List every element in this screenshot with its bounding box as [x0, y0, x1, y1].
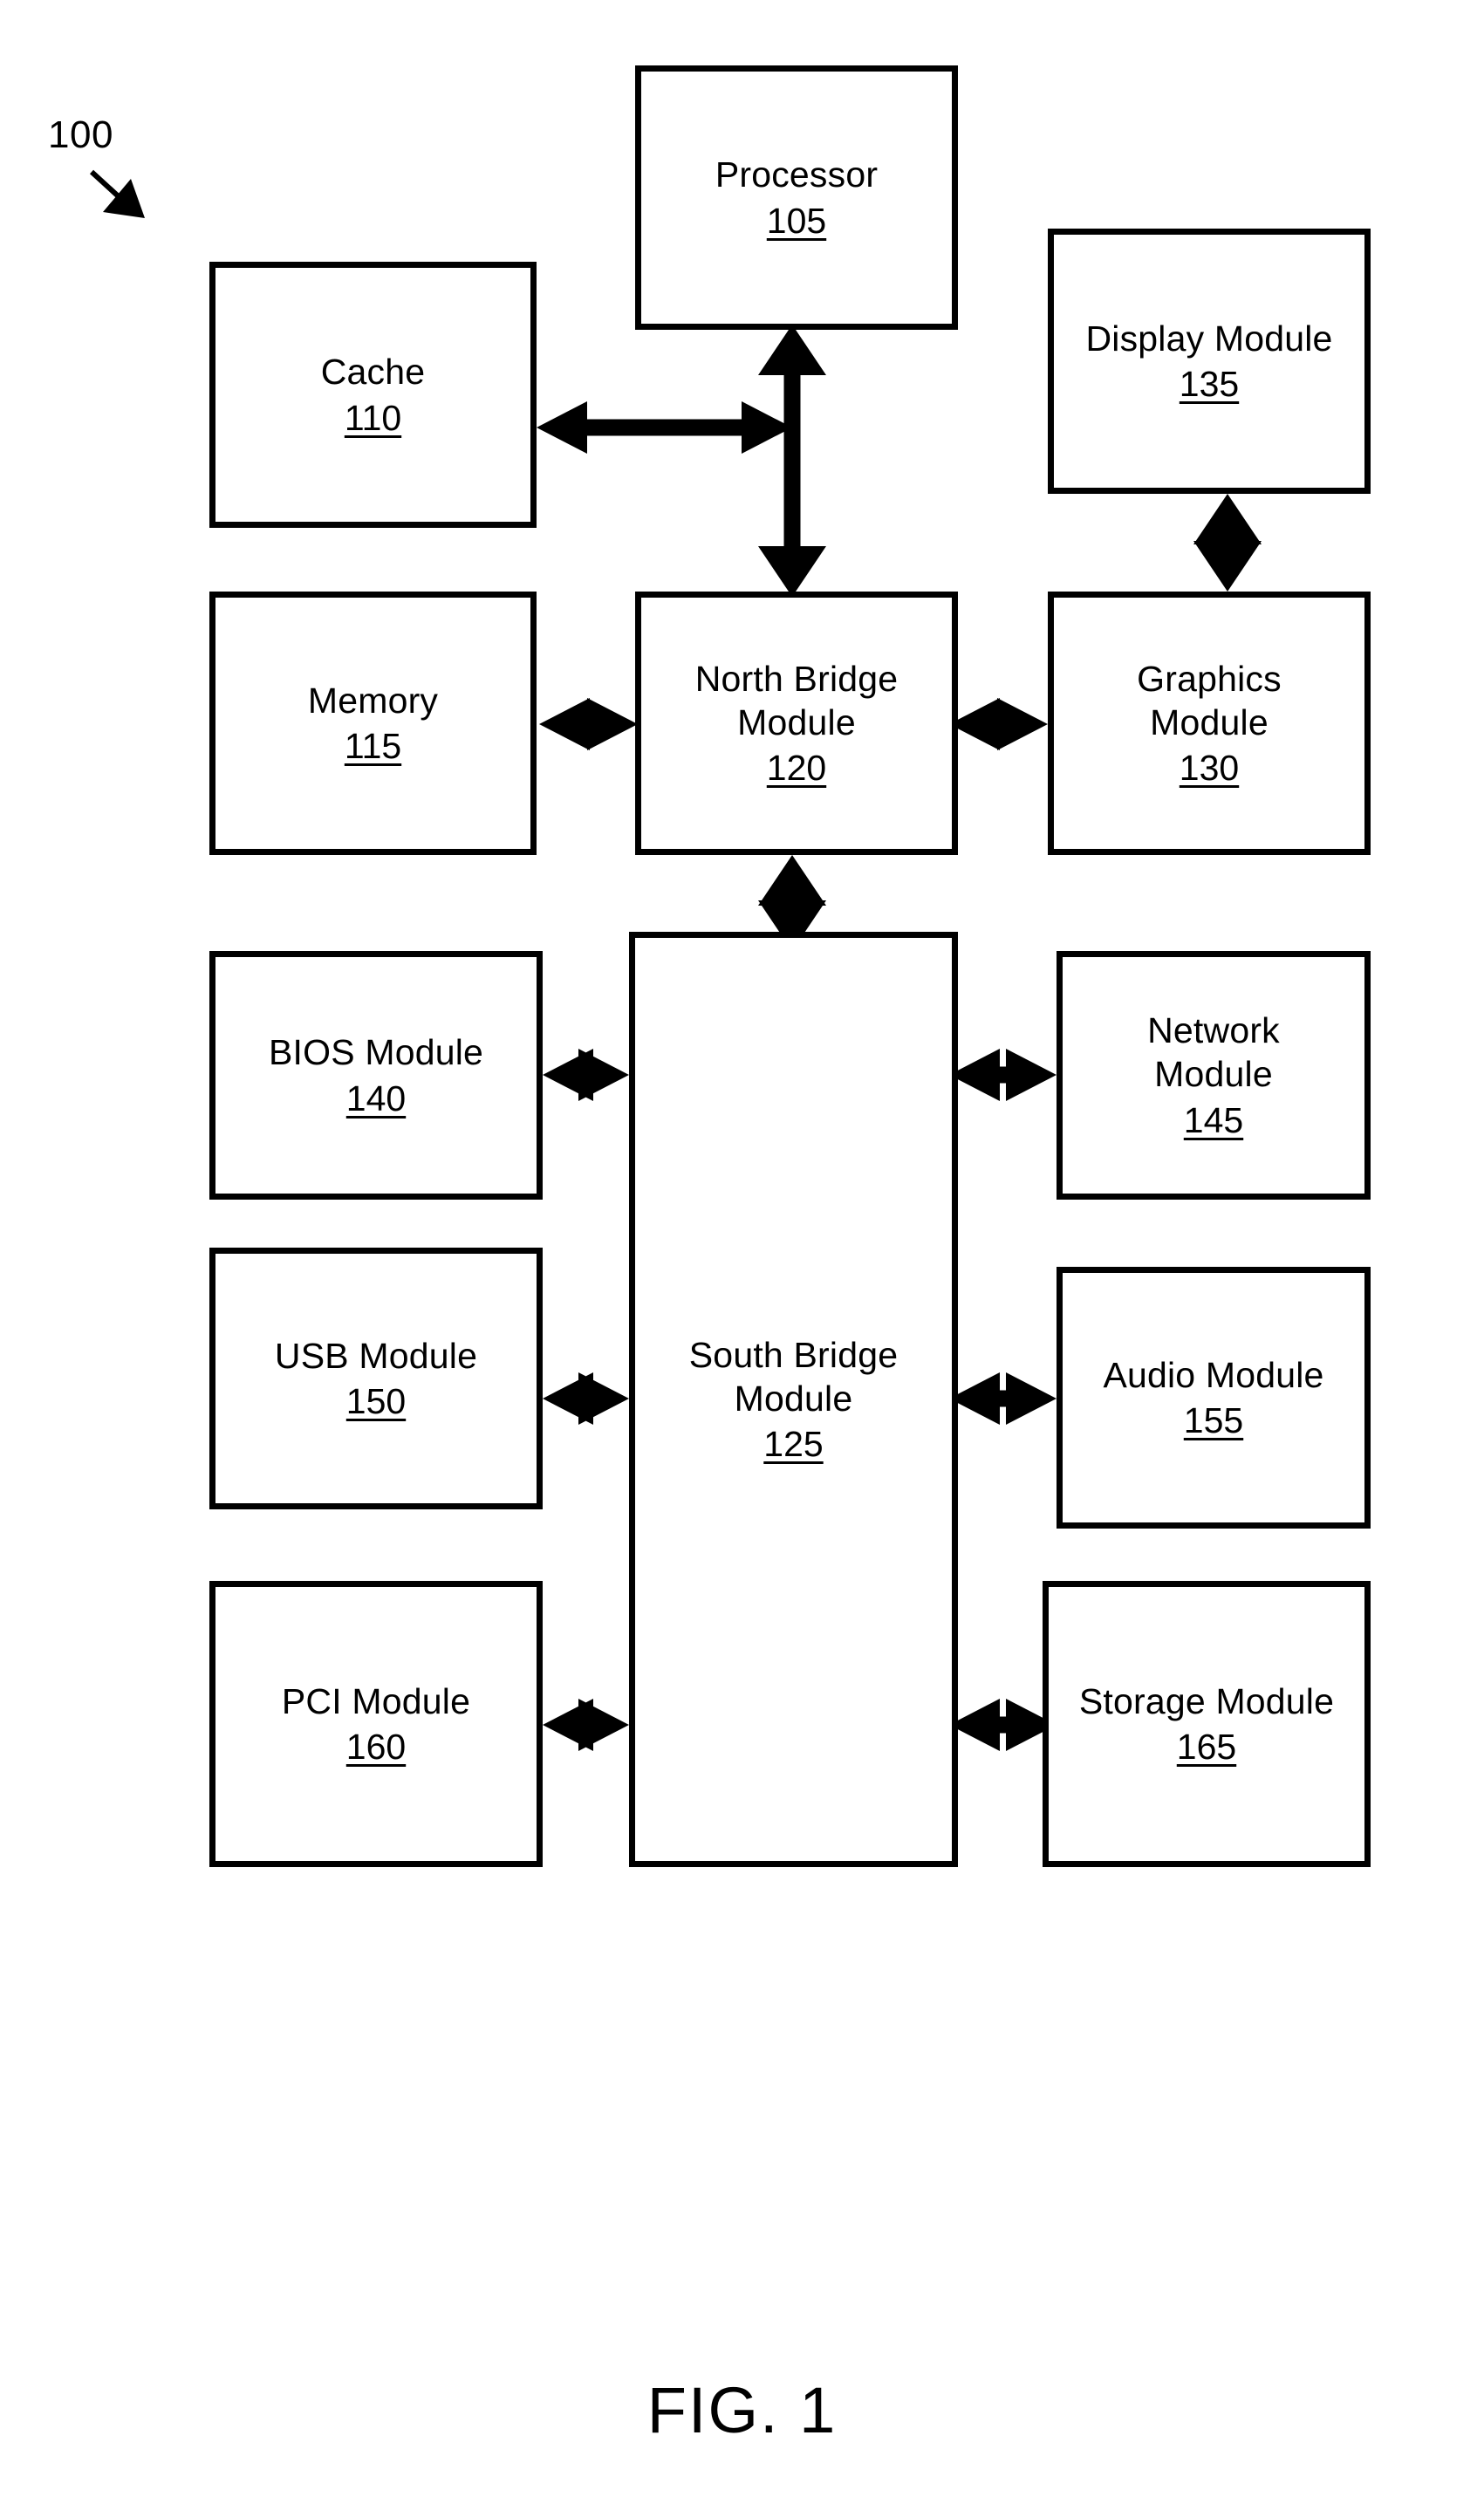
- block-audio-module[interactable]: Audio Module 155: [1057, 1267, 1371, 1529]
- figure-caption: FIG. 1: [646, 2374, 838, 2446]
- connector-usb-southbridge: [543, 1372, 629, 1425]
- connector-bios-southbridge: [543, 1049, 629, 1101]
- block-usb-module-ref: 150: [345, 1381, 407, 1421]
- block-bios-module[interactable]: BIOS Module 140: [209, 951, 543, 1200]
- block-pci-module[interactable]: PCI Module 160: [209, 1581, 543, 1867]
- block-pci-module-ref: 160: [345, 1727, 407, 1767]
- block-storage-module-ref: 165: [1176, 1727, 1237, 1767]
- block-usb-module[interactable]: USB Module 150: [209, 1248, 543, 1509]
- block-processor[interactable]: Processor 105: [635, 65, 958, 330]
- block-storage-module-label: Storage Module: [1078, 1680, 1335, 1721]
- block-processor-label: Processor: [715, 154, 879, 195]
- block-north-bridge-module-label: North Bridge Module: [694, 658, 899, 742]
- block-display-module-ref: 135: [1179, 364, 1240, 404]
- connector-cache-processor: [537, 401, 792, 454]
- block-bios-module-ref: 140: [345, 1077, 407, 1119]
- connector-southbridge-storage: [949, 1699, 1057, 1751]
- connector-memory-northbridge: [539, 698, 638, 750]
- lead-arrow-icon: [89, 169, 145, 218]
- block-processor-ref: 105: [766, 200, 827, 241]
- block-pci-module-label: PCI Module: [281, 1680, 471, 1721]
- block-south-bridge-module-label: South Bridge Module: [688, 1334, 899, 1419]
- block-memory-label: Memory: [307, 680, 439, 721]
- block-usb-module-label: USB Module: [274, 1335, 478, 1376]
- block-audio-module-label: Audio Module: [1103, 1354, 1324, 1395]
- block-audio-module-ref: 155: [1183, 1400, 1244, 1440]
- figure-reference-numeral: 100: [48, 113, 113, 156]
- block-north-bridge-module-ref: 120: [766, 748, 827, 788]
- block-graphics-module-ref: 130: [1179, 748, 1240, 788]
- block-cache[interactable]: Cache 110: [209, 262, 537, 528]
- connector-southbridge-audio: [949, 1372, 1057, 1425]
- block-cache-ref: 110: [344, 397, 402, 438]
- block-cache-label: Cache: [320, 352, 426, 393]
- block-display-module[interactable]: Display Module 135: [1048, 229, 1371, 494]
- block-memory-ref: 115: [344, 726, 402, 766]
- block-network-module-label: Network Module: [1147, 1010, 1280, 1095]
- connector-pci-southbridge: [543, 1699, 629, 1751]
- block-bios-module-label: BIOS Module: [268, 1032, 484, 1073]
- patent-figure-page: 100 Processor 105 Cache 110 Display Modu…: [0, 0, 1484, 2497]
- connector-northbridge-graphics: [949, 698, 1048, 750]
- block-south-bridge-module-ref: 125: [763, 1424, 824, 1464]
- block-south-bridge-module[interactable]: South Bridge Module 125: [629, 932, 958, 1867]
- connector-display-graphics: [1193, 494, 1262, 592]
- block-display-module-label: Display Module: [1085, 318, 1333, 359]
- block-network-module-ref: 145: [1183, 1099, 1244, 1140]
- block-network-module[interactable]: Network Module 145: [1057, 951, 1371, 1200]
- block-storage-module[interactable]: Storage Module 165: [1043, 1581, 1371, 1867]
- block-graphics-module[interactable]: Graphics Module 130: [1048, 592, 1371, 855]
- block-memory[interactable]: Memory 115: [209, 592, 537, 855]
- connector-processor-northbridge: [758, 325, 826, 597]
- block-graphics-module-label: Graphics Module: [1137, 658, 1282, 742]
- connector-southbridge-network: [949, 1049, 1057, 1101]
- block-north-bridge-module[interactable]: North Bridge Module 120: [635, 592, 958, 855]
